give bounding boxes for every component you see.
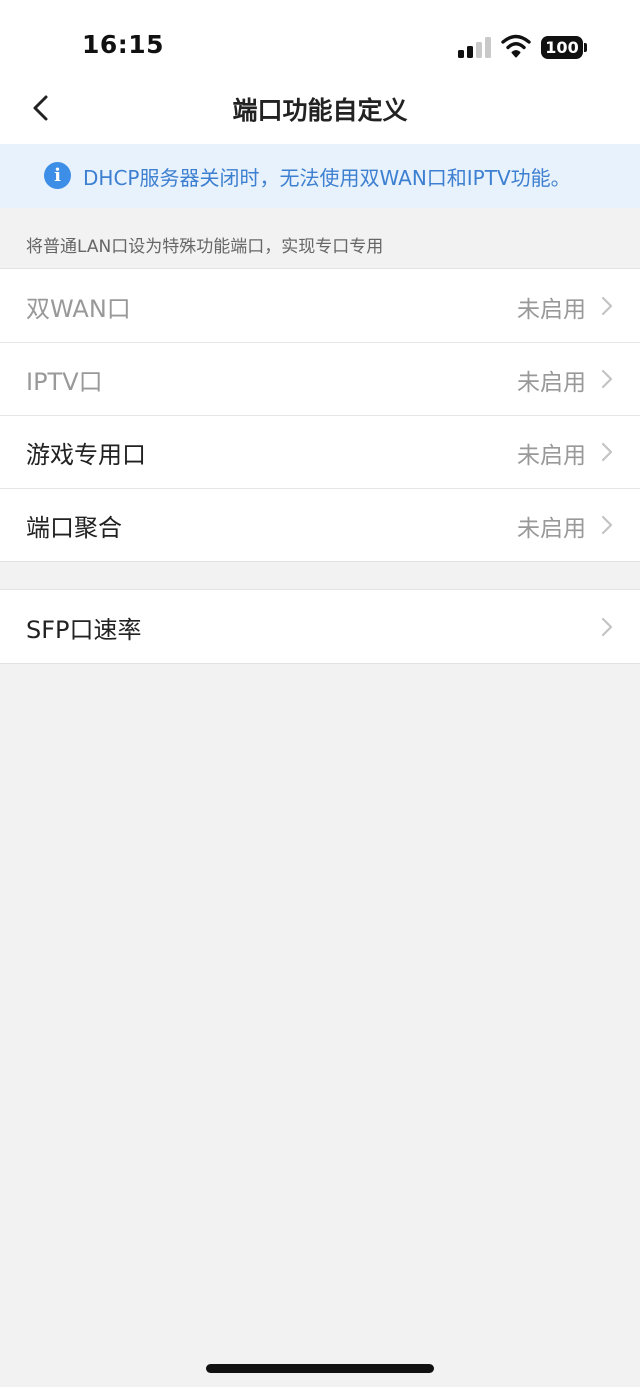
chevron-right-icon: [601, 442, 613, 462]
notice-text: DHCP服务器关闭时，无法使用双WAN口和IPTV功能。: [83, 166, 571, 190]
wifi-icon: [501, 34, 531, 58]
status-bar: 16:15 100: [0, 0, 640, 80]
chevron-right-icon: [601, 515, 613, 535]
list-item-label: IPTV口: [26, 368, 103, 396]
battery-indicator: 100: [541, 36, 583, 59]
chevron-right-icon: [601, 296, 613, 316]
sfp-settings-list: SFP口速率: [0, 589, 640, 664]
section-caption: 将普通LAN口设为特殊功能端口，实现专口专用: [26, 237, 384, 257]
home-indicator[interactable]: [206, 1364, 434, 1373]
list-item-status: 未启用: [517, 516, 586, 542]
port-function-list: 双WAN口 未启用 IPTV口 未启用 游戏专用口 未启用 端口聚合 未启用: [0, 268, 640, 562]
list-item-iptv[interactable]: IPTV口 未启用: [0, 342, 640, 415]
info-icon: i: [44, 162, 71, 189]
status-time: 16:15: [82, 30, 165, 59]
page-title: 端口功能自定义: [232, 96, 408, 125]
list-item-label: SFP口速率: [26, 616, 142, 644]
battery-tip: [584, 43, 587, 52]
list-item-sfp-rate[interactable]: SFP口速率: [0, 590, 640, 663]
list-item-link-aggregation[interactable]: 端口聚合 未启用: [0, 488, 640, 561]
list-item-label: 双WAN口: [26, 295, 131, 323]
list-item-dual-wan[interactable]: 双WAN口 未启用: [0, 269, 640, 342]
list-item-status: 未启用: [517, 443, 586, 469]
notice-banner: i DHCP服务器关闭时，无法使用双WAN口和IPTV功能。: [0, 144, 640, 208]
chevron-right-icon: [601, 617, 613, 637]
battery-level: 100: [545, 38, 579, 57]
list-item-status: 未启用: [517, 370, 586, 396]
navigation-bar: 端口功能自定义: [0, 80, 640, 144]
list-item-label: 端口聚合: [26, 514, 122, 542]
list-item-gaming-port[interactable]: 游戏专用口 未启用: [0, 415, 640, 488]
list-item-label: 游戏专用口: [26, 441, 146, 469]
chevron-right-icon: [601, 369, 613, 389]
cellular-signal-icon: [458, 36, 492, 58]
list-item-status: 未启用: [517, 297, 586, 323]
